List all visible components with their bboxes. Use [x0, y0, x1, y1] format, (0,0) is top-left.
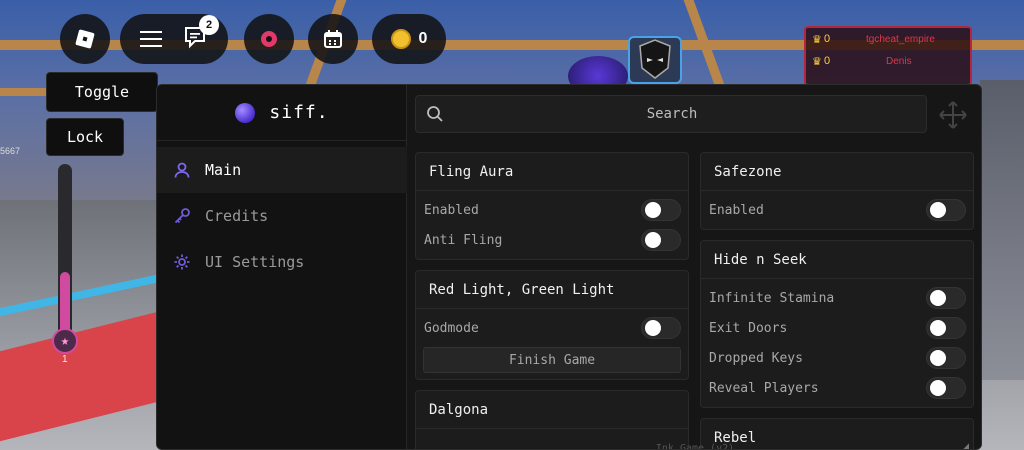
side-number: 5667 [0, 146, 21, 156]
godmode-toggle[interactable] [641, 317, 681, 339]
option-label: Infinite Stamina [709, 290, 835, 306]
exit-doors-toggle[interactable] [926, 317, 966, 339]
reveal-players-toggle[interactable] [926, 377, 966, 399]
toggle-button[interactable]: Toggle [46, 72, 158, 112]
leaderboard-row: ♛ 0 tgcheat_empire [806, 28, 970, 50]
finish-game-button[interactable]: Finish Game [423, 347, 681, 373]
lock-button[interactable]: Lock [46, 118, 124, 156]
coin-icon [390, 29, 411, 49]
option-label: Enabled [709, 202, 764, 218]
leaderboard-row: ♛ 0 Denis [806, 50, 970, 72]
search-input[interactable] [444, 106, 926, 122]
avatar-mask-icon [639, 39, 671, 79]
option-row: Anti Fling [416, 225, 688, 255]
option-row: Infinite Stamina [701, 283, 973, 313]
search-bar [415, 95, 927, 133]
player-avatar[interactable] [628, 36, 682, 84]
chat-menu-group: 2 [120, 14, 228, 64]
flower-icon [261, 31, 277, 47]
safezone-enabled-toggle[interactable] [926, 199, 966, 221]
section-title: Fling Aura [416, 153, 688, 191]
roblox-logo-icon [75, 29, 95, 49]
notification-badge: 2 [199, 15, 219, 35]
hamburger-icon[interactable] [139, 29, 163, 49]
nav-item-label: Credits [205, 207, 269, 225]
coins-button[interactable]: 0 [372, 14, 446, 64]
option-label: Exit Doors [709, 320, 788, 336]
hub-footer: Ink Game (v2) [655, 443, 735, 450]
hub-nav: Main Credits UI Settings [157, 147, 407, 285]
calendar-button[interactable] [308, 14, 358, 64]
star-icon: ★ [52, 328, 78, 354]
option-label: Enabled [424, 202, 479, 218]
roblox-menu-button[interactable] [60, 14, 110, 64]
option-label: Godmode [424, 320, 479, 336]
gear-icon [174, 254, 190, 270]
resize-icon[interactable]: ◢ [963, 441, 973, 449]
search-icon [427, 106, 443, 122]
fling-aura-enabled-toggle[interactable] [641, 199, 681, 221]
leaderboard-name: Denis [886, 55, 912, 67]
section-red-light-green-light: Red Light, Green Light Godmode Finish Ga… [415, 270, 689, 380]
section-safezone: Safezone Enabled [700, 152, 974, 230]
calendar-icon [324, 30, 342, 48]
hub-logo: siff. [157, 85, 407, 141]
hub-sidebar: siff. Main Credits UI Settings [157, 85, 407, 449]
infinite-stamina-toggle[interactable] [926, 287, 966, 309]
anti-fling-toggle[interactable] [641, 229, 681, 251]
section-hide-n-seek: Hide n Seek Infinite Stamina Exit Doors … [700, 240, 974, 408]
leaderboard-points: 0 [824, 55, 831, 67]
section-fling-aura: Fling Aura Enabled Anti Fling [415, 152, 689, 260]
option-label: Reveal Players [709, 380, 819, 396]
leaderboard: ♛ 0 tgcheat_empire ♛ 0 Denis [804, 26, 972, 86]
option-row: Godmode [416, 313, 688, 343]
option-row: Reveal Players [701, 373, 973, 403]
hub-logo-text: siff. [269, 102, 329, 123]
section-title: Safezone [701, 153, 973, 191]
settings-button[interactable] [244, 14, 294, 64]
nav-item-main[interactable]: Main [157, 147, 407, 193]
section-title: Red Light, Green Light [416, 271, 688, 309]
crown-icon: ♛ [812, 55, 822, 68]
user-icon [174, 162, 190, 178]
section-title: Dalgona [416, 391, 688, 429]
nav-item-label: UI Settings [205, 253, 305, 271]
siff-logo-icon [235, 102, 256, 123]
option-row: Dropped Keys [701, 343, 973, 373]
chat-button[interactable]: 2 [183, 15, 219, 53]
section-title: Hide n Seek [701, 241, 973, 279]
script-hub-window: siff. Main Credits UI Settings Search Fl… [156, 84, 982, 450]
coins-value: 0 [418, 30, 428, 47]
leaderboard-points: 0 [824, 33, 831, 45]
option-row: Exit Doors [701, 313, 973, 343]
key-icon [174, 208, 190, 224]
star-value: 1 [62, 354, 68, 365]
nav-item-ui-settings[interactable]: UI Settings [157, 239, 407, 285]
wall-right [980, 80, 1024, 380]
nav-item-credits[interactable]: Credits [157, 193, 407, 239]
move-icon[interactable] [937, 99, 969, 131]
dropped-keys-toggle[interactable] [926, 347, 966, 369]
nav-item-label: Main [205, 161, 242, 179]
option-row: Enabled [416, 195, 688, 225]
option-label: Anti Fling [424, 232, 503, 248]
option-label: Dropped Keys [709, 350, 803, 366]
leaderboard-name: tgcheat_empire [866, 33, 935, 45]
crown-icon: ♛ [812, 33, 822, 46]
option-row: Enabled [701, 195, 973, 225]
